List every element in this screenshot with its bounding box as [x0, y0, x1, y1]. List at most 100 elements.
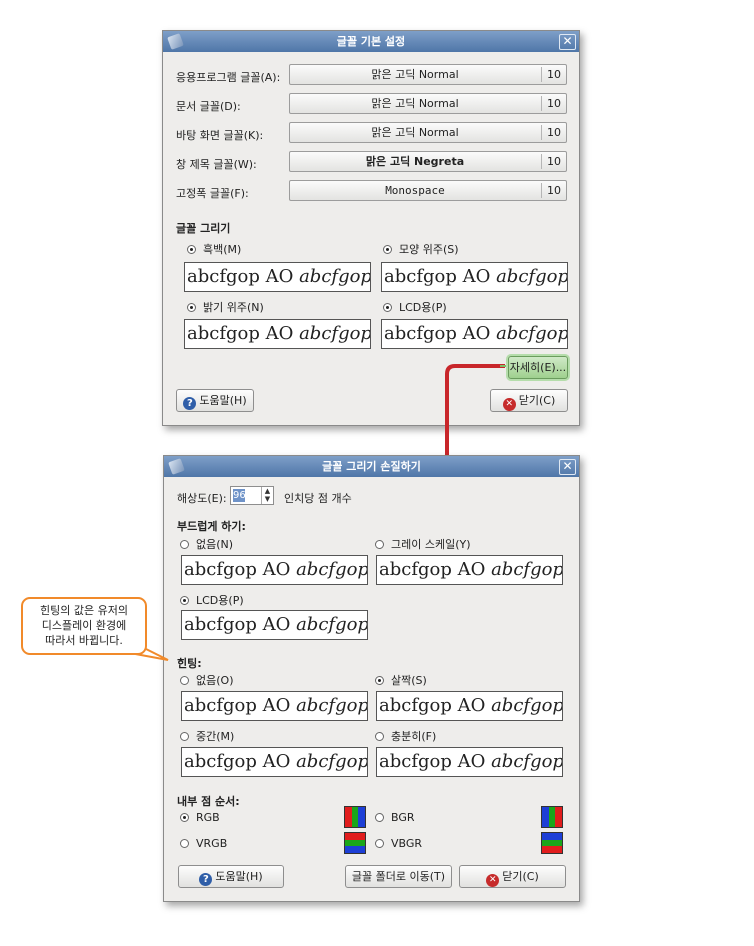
window-menu-icon[interactable] [168, 458, 185, 475]
close-circle-icon: ✕ [502, 398, 516, 411]
callout-line-3: 따라서 바뀝니다. [45, 634, 123, 647]
resolution-unit: 인치당 점 개수 [284, 492, 352, 505]
font-size: 10 [541, 96, 566, 111]
go-to-font-folder-button[interactable]: 글꼴 폴더로 이동(T) [345, 865, 452, 888]
radio-label: 없음(N) [196, 538, 234, 551]
radio-dot [180, 596, 189, 605]
radio-subpixel[interactable]: LCD용(P) [383, 299, 447, 315]
help-button-label: 도움말(H) [199, 394, 247, 407]
fixed-width-font-button[interactable]: Monospace 10 [289, 180, 567, 201]
radio-subpixel-bgr[interactable]: BGR [375, 811, 415, 824]
radio-dot [375, 813, 384, 822]
font-preferences-dialog: 글꼴 기본 설정 ✕ 응용프로그램 글꼴(A): 맑은 고딕 Normal 10… [162, 30, 580, 426]
radio-label: 중간(M) [196, 730, 235, 743]
document-font-button[interactable]: 맑은 고딕 Normal 10 [289, 93, 567, 114]
font-name: 맑은 고딕 Normal [371, 126, 459, 139]
sample-regular: abcfgop AO [184, 614, 297, 635]
radio-smoothing-lcd[interactable]: LCD용(P) [180, 592, 244, 608]
dialog-title: 글꼴 그리기 손질하기 [322, 460, 421, 473]
sample-monochrome: abcfgop AO abcfgop [184, 262, 371, 292]
radio-hinting-none[interactable]: 없음(O) [180, 672, 233, 688]
spinner-arrows-icon[interactable]: ▲ ▼ [261, 487, 273, 504]
sample-regular: abcfgop AO [187, 323, 300, 344]
sample-regular: abcfgop AO [187, 266, 300, 287]
radio-hinting-medium[interactable]: 중간(M) [180, 728, 234, 744]
help-button[interactable]: ? 도움말(H) [178, 865, 284, 888]
window-title-font-button[interactable]: 맑은 고딕 Negreta 10 [289, 151, 567, 172]
close-button-label: 닫기(C) [502, 870, 539, 883]
callout-line-2: 디스플레이 환경에 [41, 619, 127, 632]
sample-hinting-full: abcfgop AO abcfgop [376, 747, 563, 777]
radio-subpixel-vrgb[interactable]: VRGB [180, 837, 227, 850]
close-icon[interactable]: ✕ [559, 459, 576, 475]
radio-dot [375, 732, 384, 741]
close-button-label: 닫기(C) [518, 394, 556, 407]
font-name: Monospace [385, 184, 445, 197]
radio-hinting-full[interactable]: 충분히(F) [375, 728, 436, 744]
sample-regular: abcfgop AO [184, 751, 297, 772]
radio-label: VRGB [196, 837, 228, 850]
radio-dot [180, 732, 189, 741]
sample-regular: abcfgop AO [384, 266, 497, 287]
rendering-section-title: 글꼴 그리기 [176, 222, 231, 235]
radio-dot [383, 303, 392, 312]
desktop-font-button[interactable]: 맑은 고딕 Normal 10 [289, 122, 567, 143]
resolution-spinner[interactable]: 96 ▲ ▼ [230, 486, 274, 505]
radio-label: 충분히(F) [391, 730, 437, 743]
radio-label: BGR [391, 811, 415, 824]
sample-italic: abcfgop [299, 266, 371, 287]
sample-regular: abcfgop AO [184, 559, 297, 580]
sample-smoothing-lcd: abcfgop AO abcfgop [181, 610, 368, 640]
subpixel-order-section-title: 내부 점 순서: [177, 795, 240, 808]
close-button[interactable]: ✕ 닫기(C) [490, 389, 568, 412]
callout-line-1: 힌팅의 값은 유저의 [40, 604, 128, 617]
vbgr-subpixel-icon [541, 832, 563, 854]
radio-best-shapes[interactable]: 모양 위주(S) [383, 241, 459, 257]
radio-monochrome[interactable]: 흑백(M) [187, 241, 241, 257]
sample-hinting-medium: abcfgop AO abcfgop [181, 747, 368, 777]
sample-regular: abcfgop AO [379, 559, 492, 580]
radio-dot [187, 245, 196, 254]
sample-italic: abcfgop [491, 559, 563, 580]
radio-dot [375, 676, 384, 685]
font-size: 10 [541, 154, 566, 169]
sample-italic: abcfgop [491, 695, 563, 716]
app-font-button[interactable]: 맑은 고딕 Normal 10 [289, 64, 567, 85]
close-button[interactable]: ✕ 닫기(C) [459, 865, 566, 888]
font-name: 맑은 고딕 Normal [371, 68, 459, 81]
details-button[interactable]: 자세히(E)... [508, 356, 568, 379]
sample-italic: abcfgop [296, 559, 368, 580]
sample-italic: abcfgop [296, 695, 368, 716]
window-title-font-label: 창 제목 글꼴(W): [176, 158, 257, 171]
hinting-section-title: 힌팅: [177, 657, 202, 670]
radio-best-contrast[interactable]: 밝기 위주(N) [187, 299, 264, 315]
radio-smoothing-none[interactable]: 없음(N) [180, 536, 233, 552]
sample-italic: abcfgop [496, 323, 568, 344]
radio-label: 모양 위주(S) [399, 243, 459, 256]
vrgb-subpixel-icon [344, 832, 366, 854]
radio-dot [187, 303, 196, 312]
radio-hinting-slight[interactable]: 살짝(S) [375, 672, 427, 688]
hinting-callout: 힌팅의 값은 유저의 디스플레이 환경에 따라서 바뀝니다. [21, 597, 147, 655]
radio-subpixel-vbgr[interactable]: VBGR [375, 837, 422, 850]
radio-label: LCD용(P) [196, 594, 244, 607]
close-icon[interactable]: ✕ [559, 34, 576, 50]
sample-regular: abcfgop AO [184, 695, 297, 716]
app-font-label: 응용프로그램 글꼴(A): [176, 71, 281, 84]
help-circle-icon: ? [199, 873, 213, 886]
sample-hinting-slight: abcfgop AO abcfgop [376, 691, 563, 721]
sample-best-contrast: abcfgop AO abcfgop [184, 319, 371, 349]
sample-smoothing-grayscale: abcfgop AO abcfgop [376, 555, 563, 585]
radio-label: LCD용(P) [399, 301, 447, 314]
resolution-value: 96 [233, 489, 246, 502]
resolution-label: 해상도(E): [177, 492, 227, 505]
sample-hinting-none: abcfgop AO abcfgop [181, 691, 368, 721]
radio-dot [383, 245, 392, 254]
radio-smoothing-grayscale[interactable]: 그레이 스케일(Y) [375, 536, 471, 552]
radio-subpixel-rgb[interactable]: RGB [180, 811, 220, 824]
sample-italic: abcfgop [496, 266, 568, 287]
desktop-font-label: 바탕 화면 글꼴(K): [176, 129, 264, 142]
help-button[interactable]: ? 도움말(H) [176, 389, 254, 412]
font-size: 10 [541, 125, 566, 140]
window-menu-icon[interactable] [167, 33, 184, 50]
